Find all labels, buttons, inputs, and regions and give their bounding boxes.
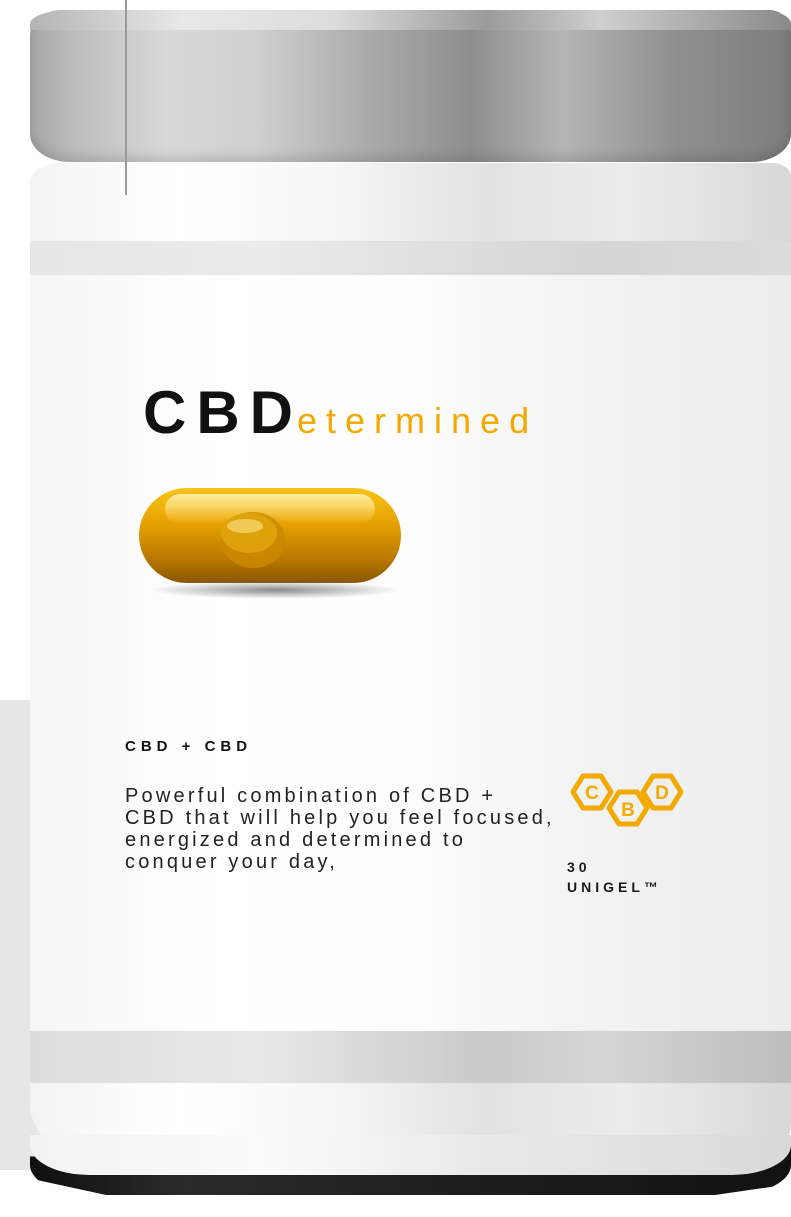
hexagon-logo-icon: C B D bbox=[570, 773, 684, 827]
brand-logo: CBDetermined bbox=[143, 383, 538, 443]
jar-lid-top bbox=[30, 10, 791, 30]
count-number: 30 bbox=[567, 859, 591, 875]
jar-body bbox=[30, 163, 791, 1163]
cbd-hexagon-logo: C B D bbox=[565, 772, 690, 832]
capsule-icon bbox=[139, 488, 401, 599]
product-description: Powerful combination of CBD + CBD that w… bbox=[125, 785, 555, 873]
unit-count: 30 UNIGEL™ bbox=[567, 857, 662, 897]
hanging-wire bbox=[125, 0, 127, 195]
jar-band-bottom bbox=[30, 1031, 791, 1083]
count-unit: UNIGEL™ bbox=[567, 879, 662, 895]
logo-letter-c: C bbox=[585, 783, 599, 804]
product-heading: CBD + CBD bbox=[125, 738, 253, 755]
brand-prefix: CBD bbox=[143, 379, 303, 446]
jar-lid bbox=[30, 10, 791, 162]
brand-suffix: etermined bbox=[297, 400, 539, 441]
logo-letter-b: B bbox=[621, 800, 635, 821]
jar-band-top bbox=[30, 241, 791, 275]
jar-bottom-rim bbox=[30, 1135, 791, 1175]
logo-letter-d: D bbox=[655, 783, 669, 804]
product-scene: CBDetermined CBD + CBD Powerful combinat… bbox=[0, 0, 791, 1217]
softgel-capsule-image bbox=[135, 478, 405, 603]
